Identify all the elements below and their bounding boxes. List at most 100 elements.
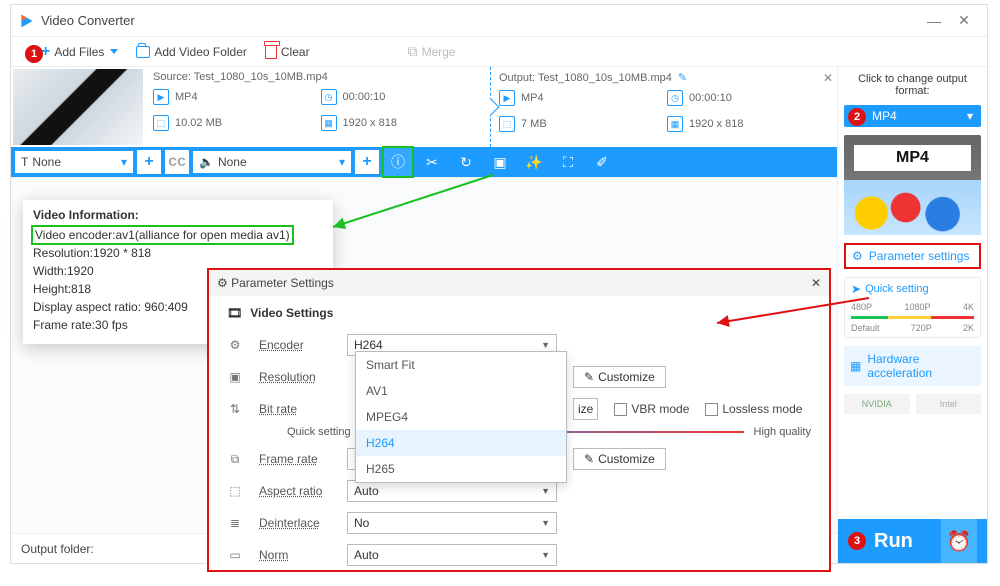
edit-output-name-button[interactable]: ✎: [678, 72, 687, 84]
sliders-icon: ⚙: [217, 276, 228, 290]
run-button[interactable]: 3 Run ⏰: [838, 519, 987, 563]
clear-button[interactable]: Clear: [265, 45, 310, 59]
gpu-intel: Intel: [916, 394, 982, 414]
framerate-label: Frame rate: [259, 452, 331, 466]
norm-select[interactable]: Auto▼: [347, 544, 557, 566]
quality-label: High quality: [754, 426, 811, 438]
source-filename: Test_1080_10s_10MB.mp4: [194, 71, 328, 83]
video-info-button[interactable]: ⓘ: [383, 147, 413, 177]
vbr-checkbox[interactable]: VBR mode: [614, 402, 689, 416]
video-info-header: Video Information:: [33, 208, 323, 222]
resolution-icon: ▣: [227, 369, 243, 385]
annotation-badge-2: 2: [848, 108, 866, 126]
chevron-down-icon: ▾: [339, 155, 345, 169]
format-icon: ▶: [499, 90, 515, 106]
encoder-option-mpeg4[interactable]: MPEG4: [356, 404, 566, 430]
subtitle-select[interactable]: T None ▾: [15, 151, 133, 173]
bitrate-label: Bit rate: [259, 402, 331, 416]
remove-file-button[interactable]: ✕: [823, 71, 833, 85]
section-title: Video Settings: [250, 306, 333, 320]
subtitle-icon: T: [21, 155, 28, 169]
pencil-icon: ✎: [584, 370, 594, 384]
video-section-icon: 🎞: [227, 306, 242, 320]
aspect-icon: ⬚: [227, 483, 243, 499]
source-size: 10.02 MB: [175, 117, 222, 129]
window-title: Video Converter: [41, 13, 919, 28]
edit-button[interactable]: ✐: [587, 147, 617, 177]
trash-icon: [265, 45, 277, 59]
gpu-nvidia: NVIDIA: [844, 394, 910, 414]
aspect-value: Auto: [354, 484, 379, 498]
sliders-icon: ⚙: [852, 249, 863, 263]
annotation-badge-3: 3: [848, 532, 866, 550]
watermark-button[interactable]: ⛶: [553, 147, 583, 177]
chevron-down-icon: [110, 49, 118, 54]
window-minimize-button[interactable]: —: [919, 13, 949, 29]
output-size: 7 MB: [521, 118, 547, 130]
format-thumbnail-label: MP4: [854, 145, 971, 171]
source-format: MP4: [175, 91, 198, 103]
crop-button[interactable]: ▣: [485, 147, 515, 177]
video-thumbnail[interactable]: [13, 69, 143, 145]
side-format-label: Click to change output format:: [844, 73, 981, 97]
bitrate-customize-button[interactable]: ize: [573, 398, 598, 420]
rotate-button[interactable]: ↻: [451, 147, 481, 177]
annotation-badge-1: 1: [25, 45, 43, 63]
parameter-settings-label: Parameter settings: [869, 249, 970, 263]
add-audio-button[interactable]: +: [355, 150, 379, 174]
disk-icon: ⬚: [153, 115, 169, 131]
output-folder-label: Output folder:: [21, 542, 94, 556]
output-prefix: Output:: [499, 72, 535, 84]
video-info-resolution: Resolution:1920 * 818: [33, 246, 323, 260]
deinterlace-icon: ≣: [227, 515, 243, 531]
merge-button[interactable]: ⧉ Merge: [408, 43, 456, 60]
output-duration: 00:00:10: [689, 92, 732, 104]
encoder-option-h265[interactable]: H265: [356, 456, 566, 482]
subtitle-value: None: [32, 155, 117, 169]
dialog-title: Parameter Settings: [231, 276, 334, 290]
encoder-option-h264[interactable]: H264: [356, 430, 566, 456]
encoder-option-smartfit[interactable]: Smart Fit: [356, 352, 566, 378]
window-close-button[interactable]: ✕: [949, 12, 979, 29]
format-select-value: MP4: [872, 109, 897, 123]
output-resolution: 1920 x 818: [689, 118, 743, 130]
add-subtitle-button[interactable]: +: [137, 150, 161, 174]
run-label: Run: [874, 530, 913, 553]
parameter-settings-button[interactable]: ⚙ Parameter settings: [844, 243, 981, 269]
deinterlace-select[interactable]: No▼: [347, 512, 557, 534]
deinterlace-label: Deinterlace: [259, 516, 331, 530]
add-files-button[interactable]: + Add Files: [41, 43, 118, 61]
dialog-close-button[interactable]: ✕: [811, 276, 821, 290]
merge-label: Merge: [422, 45, 456, 59]
audio-select[interactable]: 🔈None▾: [193, 151, 351, 173]
source-prefix: Source:: [153, 71, 191, 83]
source-duration: 00:00:10: [343, 91, 386, 103]
framerate-icon: ⧉: [227, 451, 243, 467]
encoder-value: H264: [354, 338, 383, 352]
cc-button[interactable]: cc: [165, 150, 189, 174]
add-folder-button[interactable]: Add Video Folder: [136, 45, 247, 59]
chevron-down-icon: ▾: [121, 155, 127, 169]
encoder-dropdown-menu: Smart Fit AV1 MPEG4 H264 H265: [355, 351, 567, 483]
effects-button[interactable]: ✨: [519, 147, 549, 177]
arrow-right-icon: ➤: [851, 282, 861, 296]
schedule-button[interactable]: ⏰: [941, 519, 977, 563]
clock-icon: ◷: [321, 89, 337, 105]
encoder-option-av1[interactable]: AV1: [356, 378, 566, 404]
cut-button[interactable]: ✂: [417, 147, 447, 177]
app-logo-icon: [19, 13, 35, 29]
output-format: MP4: [521, 92, 544, 104]
encoder-icon: ⚙: [227, 337, 243, 353]
video-info-encoder: Video encoder:av1(alliance for open medi…: [33, 227, 292, 243]
lossless-checkbox[interactable]: Lossless mode: [705, 402, 802, 416]
hardware-accel-toggle[interactable]: ▦Hardware acceleration: [844, 346, 981, 386]
quality-slider[interactable]: [851, 316, 974, 319]
norm-icon: ▭: [227, 547, 243, 563]
framerate-customize-button[interactable]: ✎Customize: [573, 448, 666, 470]
quick-setting-label: Quick setting: [865, 283, 929, 295]
aspect-select[interactable]: Auto▼: [347, 480, 557, 502]
clock-icon: ◷: [667, 90, 683, 106]
resolution-customize-button[interactable]: ✎Customize: [573, 366, 666, 388]
format-thumbnail[interactable]: MP4: [844, 135, 981, 235]
speaker-icon: 🔈: [199, 155, 214, 169]
